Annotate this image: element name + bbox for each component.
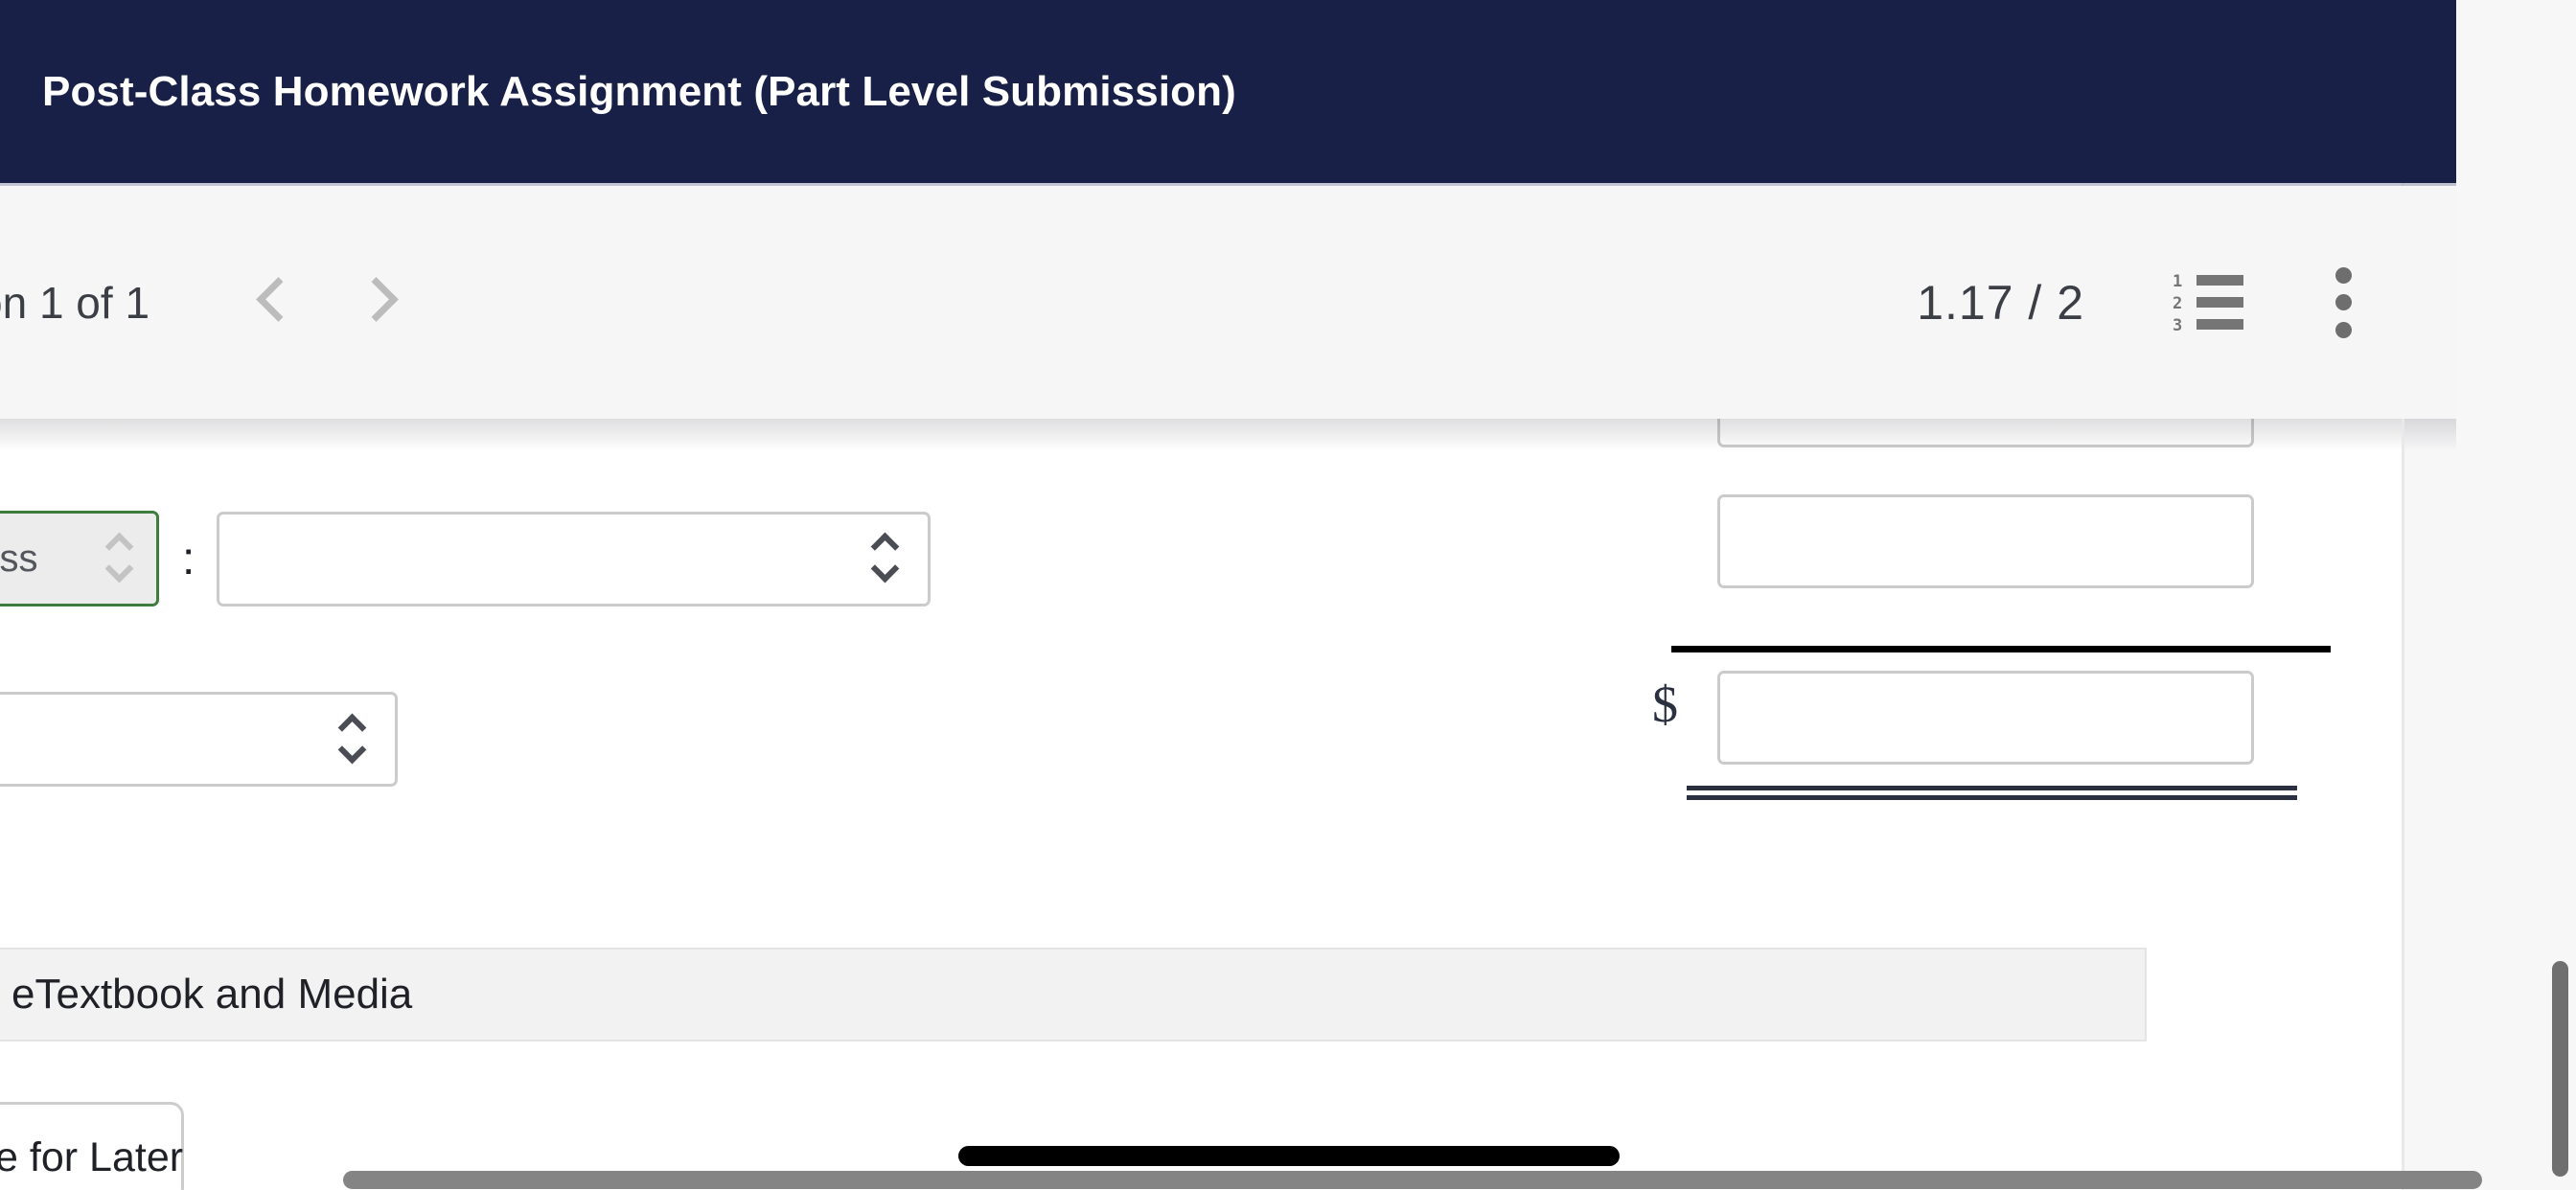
account-dropdown-1[interactable] bbox=[217, 511, 932, 606]
page-horizontal-scrollbar[interactable] bbox=[343, 1171, 2482, 1189]
less-dropdown[interactable]: Less bbox=[0, 511, 159, 606]
kebab-menu-icon[interactable] bbox=[2334, 266, 2353, 338]
assignment-window: Less : bbox=[0, 0, 2576, 1190]
title-bar-underline bbox=[0, 183, 2456, 186]
subtotal-rule bbox=[1671, 646, 2331, 652]
etextbook-label: eTextbook and Media bbox=[12, 971, 413, 1018]
toolbar-right-group: 1.17 / 2 1 2 3 bbox=[1917, 266, 2456, 338]
worksheet-body: Less : bbox=[0, 354, 2402, 1190]
question-toolbar: tion 1 of 1 1.17 / 2 1 2 3 bbox=[0, 186, 2456, 419]
numbered-list-icon[interactable]: 1 2 3 bbox=[2173, 271, 2243, 335]
page-divider bbox=[2402, 419, 2404, 1190]
worksheet-row-less: Less : bbox=[0, 511, 932, 606]
colon-separator: : bbox=[182, 533, 196, 584]
page-title: Post-Class Homework Assignment (Part Lev… bbox=[42, 67, 1236, 115]
chevron-left-icon[interactable] bbox=[255, 271, 299, 334]
save-for-later-button[interactable]: Save for Later bbox=[0, 1102, 184, 1190]
chevron-updown-icon bbox=[870, 532, 905, 584]
inner-horizontal-scrollbar[interactable] bbox=[958, 1146, 1620, 1166]
numbered-list-digit: 2 bbox=[2173, 293, 2183, 313]
chevron-updown-icon bbox=[104, 532, 139, 584]
total-double-rule bbox=[1687, 786, 2297, 800]
etextbook-and-media-bar[interactable]: eTextbook and Media bbox=[0, 948, 2147, 1041]
numbered-list-digit: 3 bbox=[2173, 315, 2183, 335]
chevron-right-icon[interactable] bbox=[358, 271, 402, 334]
less-dropdown-value: Less bbox=[0, 537, 38, 580]
question-navigation bbox=[255, 271, 402, 334]
worksheet-row-account-2 bbox=[0, 692, 398, 787]
numbered-list-digit: 1 bbox=[2173, 271, 2183, 291]
save-for-later-label: Save for Later bbox=[0, 1133, 184, 1180]
amount-input-2[interactable] bbox=[1717, 494, 2254, 588]
currency-symbol: $ bbox=[1652, 675, 1678, 733]
question-counter: tion 1 of 1 bbox=[0, 277, 150, 328]
account-dropdown-2[interactable] bbox=[0, 692, 398, 787]
chevron-updown-icon bbox=[337, 713, 372, 766]
amount-input-total[interactable] bbox=[1717, 671, 2254, 765]
page-vertical-scrollbar[interactable] bbox=[2552, 961, 2568, 1177]
assignment-title-bar: Post-Class Homework Assignment (Part Lev… bbox=[0, 0, 2456, 183]
score-display: 1.17 / 2 bbox=[1917, 275, 2084, 330]
